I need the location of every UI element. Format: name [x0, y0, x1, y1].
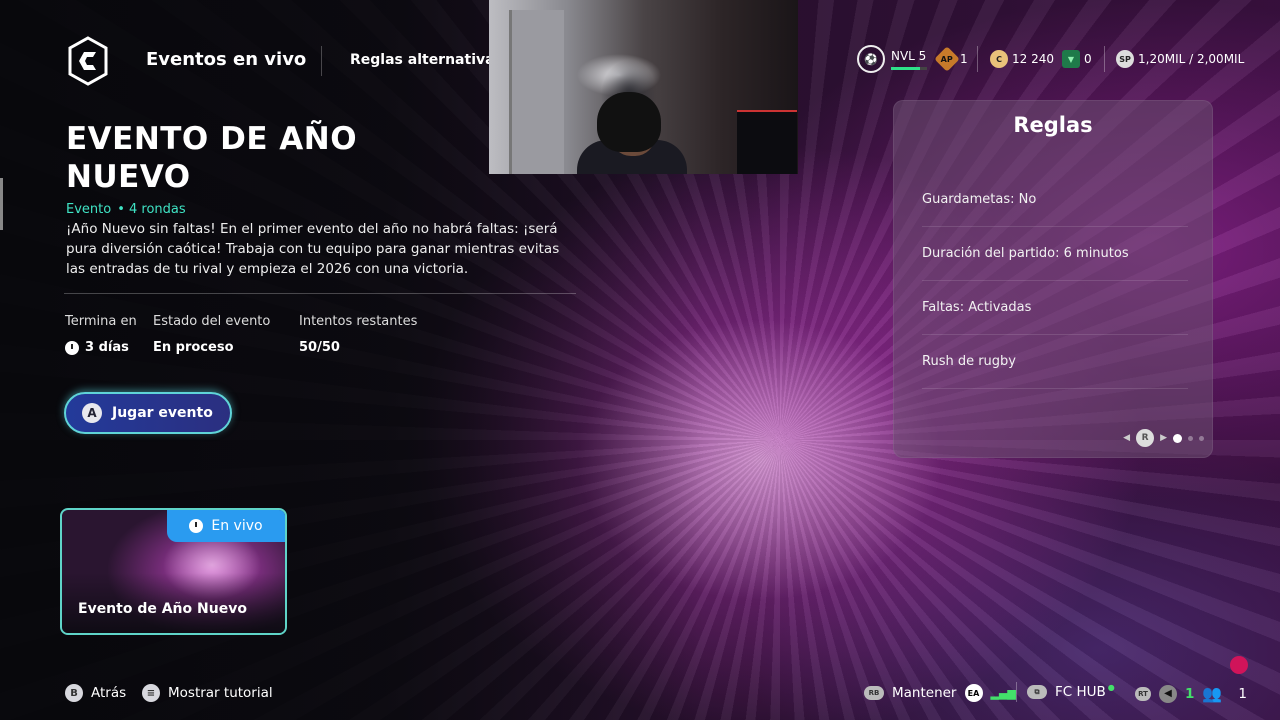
rules-pager[interactable]: ◀ R ▶ [1123, 429, 1204, 447]
hold-action[interactable]: RB Mantener EA ▂▄▆ [864, 684, 1016, 702]
ea-icon: EA [964, 684, 983, 702]
event-card[interactable]: En vivo Evento de Año Nuevo [60, 508, 287, 635]
ends-label: Termina en [65, 314, 137, 329]
footer-divider [1016, 682, 1017, 702]
ap-icon: AP [934, 46, 960, 72]
attempts-value: 50/50 [299, 340, 340, 355]
tab-alternative-rules[interactable]: Reglas alternativas [350, 52, 503, 68]
event-card-title: Evento de Año Nuevo [78, 601, 247, 617]
nav-divider [321, 46, 322, 76]
sp-icon: SP [1116, 50, 1134, 68]
chevron-right-icon[interactable]: ▶ [1160, 433, 1167, 443]
r-stick-icon: R [1136, 429, 1155, 447]
points-counter: ▼ 0 [1062, 44, 1092, 74]
section-divider [64, 293, 576, 294]
chevron-left-icon[interactable]: ◀ [1123, 433, 1130, 443]
level-progress-bar [891, 66, 927, 70]
edge-indicator [0, 178, 3, 230]
notification-dot [1230, 656, 1248, 674]
rule-item: Rush de rugby [922, 335, 1188, 389]
sp-value: 1,20MIL / 2,00MIL [1138, 52, 1245, 66]
voice-count: 1 [1185, 685, 1195, 702]
signal-bars-icon: ▂▄▆ [990, 686, 1016, 700]
points-value: 0 [1084, 52, 1092, 66]
status-label: Estado del evento [153, 314, 271, 329]
menu-button-icon: ≡ [142, 684, 160, 702]
rule-item: Guardametas: No [922, 173, 1188, 227]
event-description: ¡Año Nuevo sin faltas! En el primer even… [66, 221, 560, 277]
friends-icon: 👥 [1202, 684, 1223, 703]
hud-divider [1104, 46, 1105, 72]
level-label: NVL 5 [891, 48, 927, 63]
speaker-icon: ◀ [1159, 684, 1177, 703]
ball-icon: ⚽ [857, 45, 885, 73]
event-title: EVENTO DE AÑO NUEVO [66, 121, 358, 195]
status-value: En proceso [153, 340, 234, 355]
hud-divider [977, 46, 978, 72]
coins-counter: C 12 240 [990, 44, 1054, 74]
voice-status[interactable]: RT ◀ 1 👥 1 [1135, 684, 1247, 703]
stopwatch-icon [189, 519, 204, 533]
page-dot [1188, 435, 1193, 441]
rules-panel: Reglas Guardametas: No Duración del part… [893, 100, 1213, 458]
view-button-icon: ⧉ [1027, 685, 1047, 699]
rt-button-icon: RT [1135, 686, 1151, 701]
coins-value: 12 240 [1012, 52, 1054, 66]
tutorial-action[interactable]: ≡ Mostrar tutorial [142, 684, 273, 702]
app-logo [66, 36, 110, 86]
fc-hub-action[interactable]: ⧉ FC HUB ● [1027, 682, 1115, 700]
ap-counter: AP 1 [934, 44, 968, 74]
rb-button-icon: RB [864, 686, 884, 700]
rule-item: Faltas: Activadas [922, 281, 1188, 335]
player-level: ⚽ NVL 5 [857, 44, 927, 74]
coin-icon: C [990, 50, 1008, 68]
play-event-button[interactable]: A Jugar evento [64, 392, 232, 434]
stopwatch-icon [65, 340, 79, 355]
back-action[interactable]: B Atrás [65, 684, 126, 702]
friends-count: 1 [1238, 685, 1247, 702]
season-points: SP 1,20MIL / 2,00MIL [1116, 44, 1244, 74]
rule-item: Duración del partido: 6 minutos [922, 227, 1188, 281]
live-badge: En vivo [167, 510, 285, 542]
webcam-overlay [489, 0, 798, 174]
b-button-icon: B [65, 684, 83, 702]
event-type: Evento [66, 202, 112, 217]
online-dot-icon: ● [1107, 682, 1115, 692]
tab-live-events[interactable]: Eventos en vivo [146, 49, 306, 70]
play-event-label: Jugar evento [112, 405, 213, 421]
ends-value: 3 días [65, 340, 129, 355]
ap-value: 1 [960, 52, 968, 66]
page-dot [1199, 435, 1204, 441]
event-rounds: • 4 rondas [117, 202, 186, 217]
attempts-label: Intentos restantes [299, 314, 418, 329]
page-dot-active [1173, 433, 1182, 443]
fc-points-icon: ▼ [1062, 50, 1080, 68]
rules-title: Reglas [1013, 113, 1093, 137]
event-meta: Evento • 4 rondas [66, 202, 186, 217]
a-button-icon: A [82, 403, 102, 423]
